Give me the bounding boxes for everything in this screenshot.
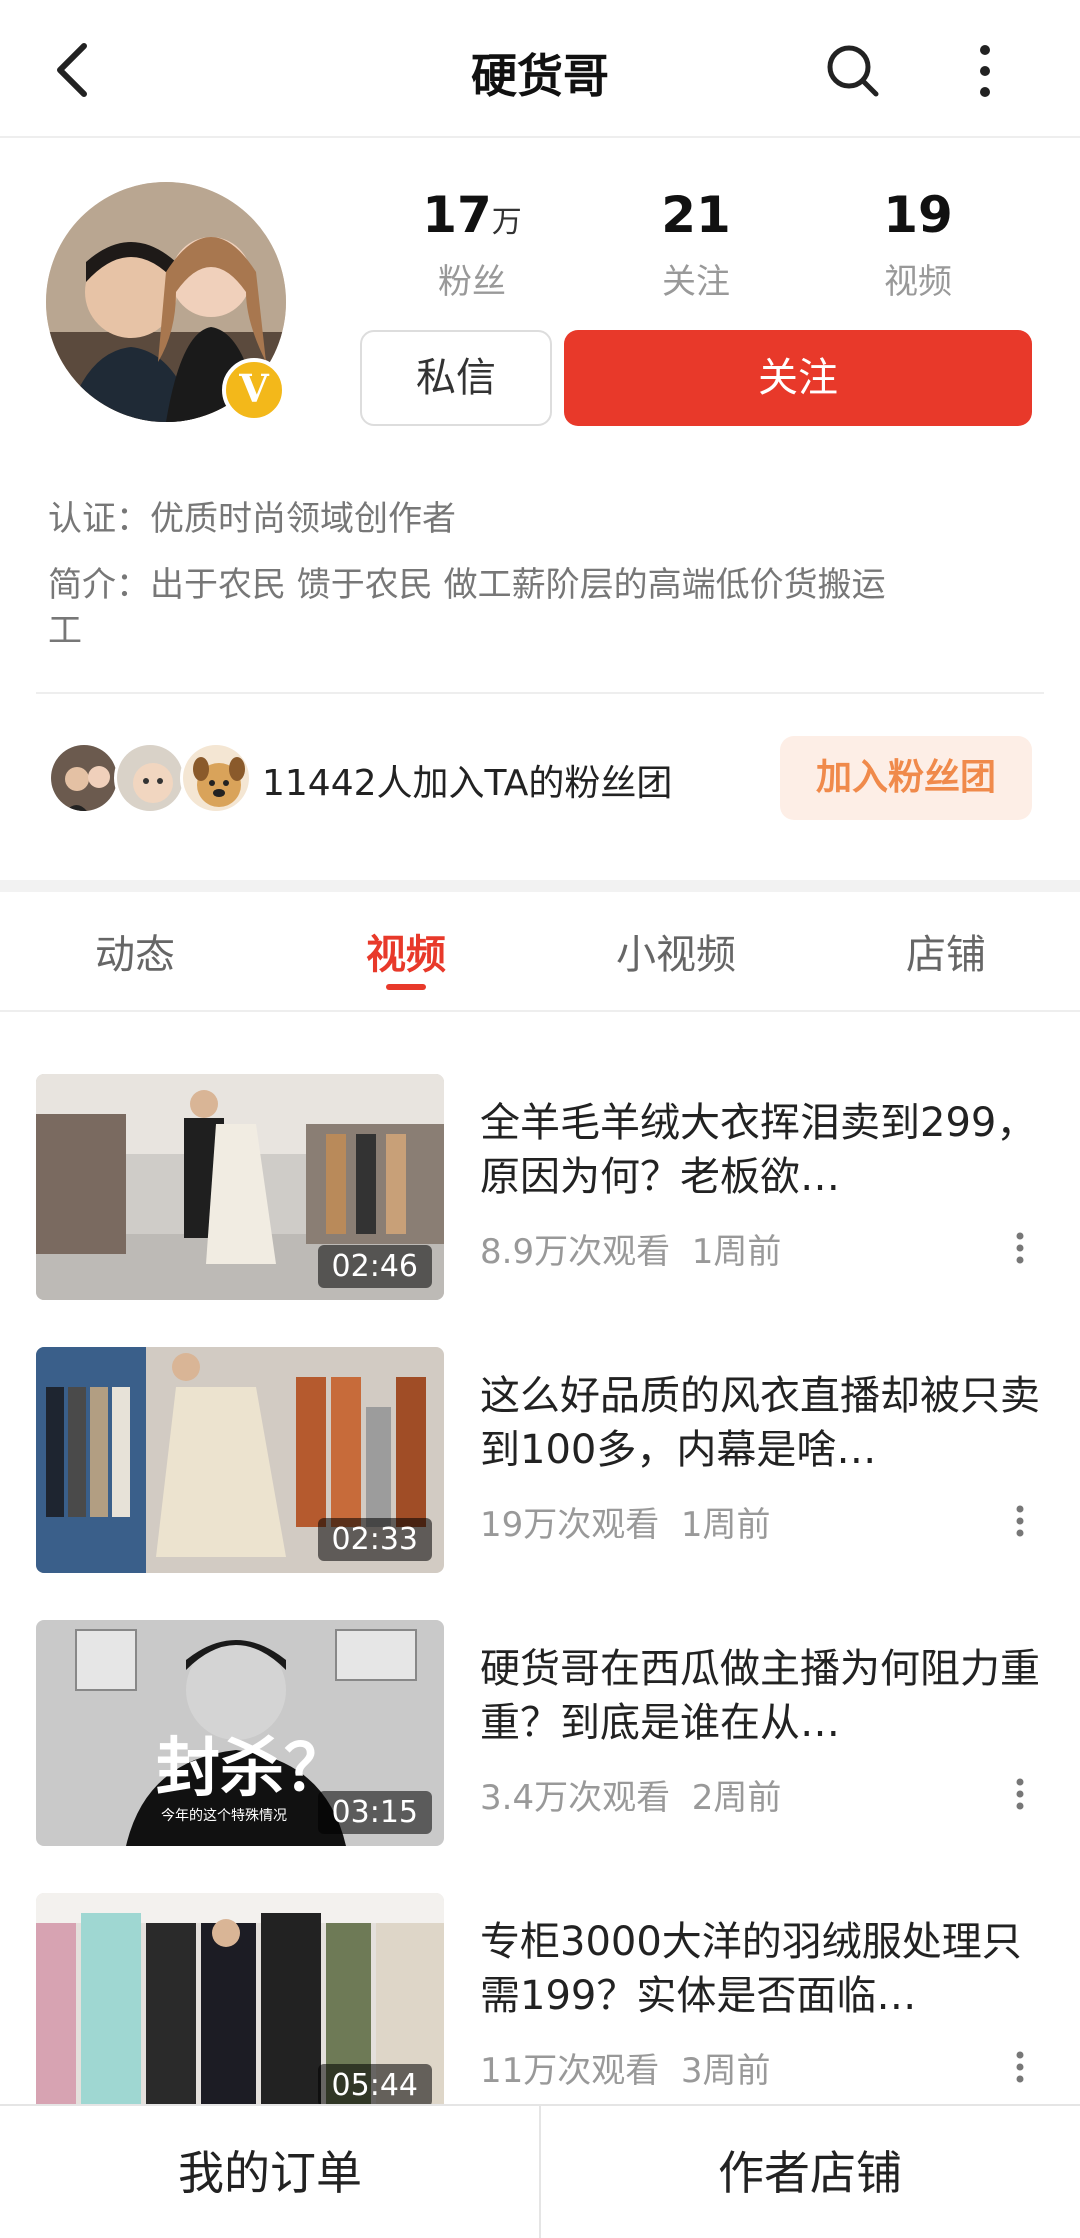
video-time: 3周前 xyxy=(680,2051,771,2091)
video-title[interactable]: 这么好品质的风衣直播却被只卖到100多，内幕是啥… xyxy=(480,1369,1040,1477)
video-thumbnail[interactable]: 02:46 xyxy=(36,1074,444,1300)
video-list-item[interactable]: 封杀？ 今年的这个特殊情况 03:15 硬货哥在西瓜做主播为何阻力重重？到底是谁… xyxy=(0,1620,1080,1850)
stat-unit: 万 xyxy=(491,205,522,240)
stat-label: 粉丝 xyxy=(438,262,506,302)
follow-button[interactable]: 关注 xyxy=(564,330,1032,426)
active-tab-indicator xyxy=(386,984,426,990)
more-vertical-icon[interactable] xyxy=(1008,1228,1032,1268)
content-tabs: 动态 视频 小视频 店铺 xyxy=(0,892,1080,1012)
tab-shop[interactable]: 店铺 xyxy=(826,922,1066,980)
profile-avatar[interactable]: V xyxy=(46,182,286,422)
fan-avatar xyxy=(180,742,252,814)
video-time: 1周前 xyxy=(691,1232,782,1272)
more-vertical-icon[interactable] xyxy=(1008,1774,1032,1814)
page-title: 硬货哥 xyxy=(471,49,609,103)
video-views: 8.9万次观看 xyxy=(480,1232,671,1272)
stat-value: 21 xyxy=(661,186,731,244)
intro-text-line2: 工 xyxy=(48,611,82,651)
video-meta: 8.9万次观看 1周前 xyxy=(480,1224,781,1273)
video-list-item[interactable]: 05:44 专柜3000大洋的羽绒服处理只需199？实体是否面临… 11万次观看… xyxy=(0,1893,1080,2123)
tab-short-videos[interactable]: 小视频 xyxy=(556,922,796,980)
fan-avatar xyxy=(48,742,120,814)
search-icon[interactable] xyxy=(818,36,888,106)
video-title[interactable]: 专柜3000大洋的羽绒服处理只需199？实体是否面临… xyxy=(480,1915,1040,2023)
video-duration: 05:44 xyxy=(317,2064,432,2107)
stat-videos[interactable]: 19 视频 xyxy=(818,186,1018,303)
fan-avatars-group[interactable] xyxy=(48,742,258,814)
stat-following[interactable]: 21 关注 xyxy=(596,186,796,303)
author-shop-button[interactable]: 作者店铺 xyxy=(540,2106,1080,2238)
thumbnail-overlay-subtext: 今年的这个特殊情况 xyxy=(161,1807,287,1824)
video-meta: 19万次观看 1周前 xyxy=(480,1497,771,1546)
join-fan-group-button[interactable]: 加入粉丝团 xyxy=(780,736,1032,820)
more-vertical-icon[interactable] xyxy=(950,36,1020,106)
tab-videos[interactable]: 视频 xyxy=(286,922,526,980)
stat-value: 17 xyxy=(422,186,492,244)
video-views: 3.4万次观看 xyxy=(480,1778,671,1818)
my-orders-button[interactable]: 我的订单 xyxy=(0,2106,540,2238)
video-duration: 02:33 xyxy=(317,1518,432,1561)
video-title[interactable]: 全羊毛羊绒大衣挥泪卖到299，原因为何？老板欲… xyxy=(480,1096,1040,1204)
top-nav-bar: 硬货哥 xyxy=(0,0,1080,138)
video-thumbnail[interactable]: 封杀？ 今年的这个特殊情况 03:15 xyxy=(36,1620,444,1846)
video-meta: 11万次观看 3周前 xyxy=(480,2043,771,2092)
bottom-action-bar: 我的订单 作者店铺 xyxy=(0,2104,1080,2238)
video-time: 1周前 xyxy=(680,1505,771,1545)
video-time: 2周前 xyxy=(691,1778,782,1818)
message-button[interactable]: 私信 xyxy=(360,330,552,426)
video-duration: 02:46 xyxy=(317,1245,432,1288)
divider xyxy=(36,692,1044,694)
stat-label: 视频 xyxy=(884,262,952,302)
stat-value: 19 xyxy=(883,186,953,244)
intro-text-line1: 简介：出于农民 馈于农民 做工薪阶层的高端低价货搬运 xyxy=(48,565,886,605)
tab-moments[interactable]: 动态 xyxy=(15,922,255,980)
video-views: 11万次观看 xyxy=(480,2051,660,2091)
video-thumbnail[interactable]: 02:33 xyxy=(36,1347,444,1573)
fan-avatar xyxy=(114,742,186,814)
video-meta: 3.4万次观看 2周前 xyxy=(480,1770,781,1819)
more-vertical-icon[interactable] xyxy=(1008,2047,1032,2087)
video-list-item[interactable]: 02:33 这么好品质的风衣直播却被只卖到100多，内幕是啥… 19万次观看 1… xyxy=(0,1347,1080,1577)
verified-badge-icon: V xyxy=(222,358,286,422)
video-thumbnail[interactable]: 05:44 xyxy=(36,1893,444,2119)
section-divider xyxy=(0,880,1080,892)
stat-followers[interactable]: 17万 粉丝 xyxy=(372,186,572,303)
stat-label: 关注 xyxy=(662,262,730,302)
video-views: 19万次观看 xyxy=(480,1505,660,1545)
video-duration: 03:15 xyxy=(317,1791,432,1834)
certification-text: 认证：优质时尚领域创作者 xyxy=(48,499,456,539)
video-title[interactable]: 硬货哥在西瓜做主播为何阻力重重？到底是谁在从… xyxy=(480,1642,1040,1750)
video-list-item[interactable]: 02:46 全羊毛羊绒大衣挥泪卖到299，原因为何？老板欲… 8.9万次观看 1… xyxy=(0,1074,1080,1304)
fan-group-count: 11442人加入TA的粉丝团 xyxy=(262,763,673,804)
more-vertical-icon[interactable] xyxy=(1008,1501,1032,1541)
